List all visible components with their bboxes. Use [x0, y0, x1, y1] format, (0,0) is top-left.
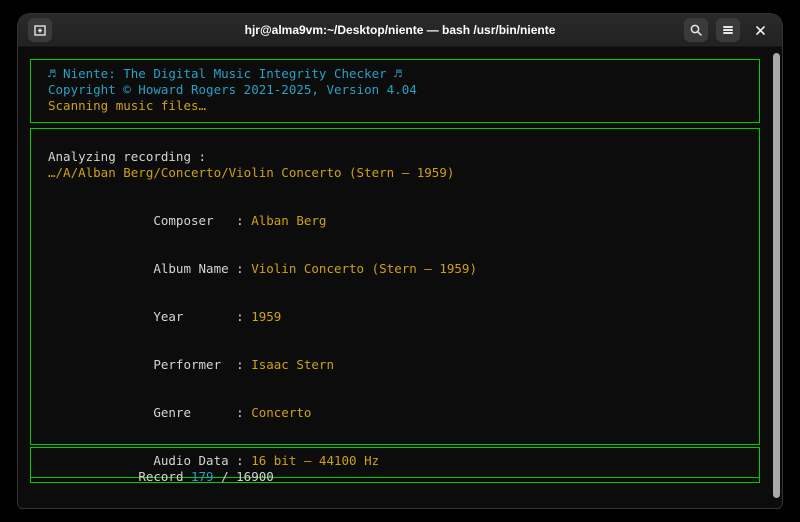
- field-year: Year: 1959: [48, 293, 759, 341]
- field-separator: :: [236, 213, 251, 228]
- field-label: Audio Data: [153, 453, 236, 469]
- field-value: Concerto: [251, 405, 311, 420]
- record-label: Record: [138, 469, 191, 484]
- metadata-fields: Composer: Alban Berg Album Name: Violin …: [48, 197, 759, 485]
- field-label: Year: [153, 309, 236, 325]
- field-value: Isaac Stern: [251, 357, 334, 372]
- field-label: Composer: [153, 213, 236, 229]
- header-box: ♬ Niente: The Digital Music Integrity Ch…: [30, 59, 760, 123]
- field-separator: :: [236, 405, 251, 420]
- field-separator: :: [236, 357, 251, 372]
- field-label: Genre: [153, 405, 236, 421]
- field-album-name: Album Name: Violin Concerto (Stern – 195…: [48, 245, 759, 293]
- terminal-screen[interactable]: ♬ Niente: The Digital Music Integrity Ch…: [18, 47, 782, 508]
- record-separator: /: [214, 469, 237, 484]
- titlebar: hjr@alma9vm:~/Desktop/niente — bash /usr…: [18, 14, 782, 47]
- record-total: 16900: [236, 469, 274, 484]
- analysis-box: Analyzing recording : …/A/Alban Berg/Con…: [30, 128, 760, 445]
- desktop: hjr@alma9vm:~/Desktop/niente — bash /usr…: [0, 0, 800, 522]
- terminal-window: hjr@alma9vm:~/Desktop/niente — bash /usr…: [18, 14, 782, 508]
- field-performer: Performer: Isaac Stern: [48, 341, 759, 389]
- field-label: Performer: [153, 357, 236, 373]
- copyright-line: Copyright © Howard Rogers 2021-2025, Ver…: [48, 82, 759, 98]
- window-title: hjr@alma9vm:~/Desktop/niente — bash /usr…: [245, 23, 556, 37]
- new-tab-icon: [33, 23, 47, 37]
- close-icon: [755, 25, 766, 36]
- menu-button[interactable]: [716, 18, 740, 42]
- record-number: 179: [191, 469, 214, 484]
- field-value: 1959: [251, 309, 281, 324]
- field-value: Alban Berg: [251, 213, 326, 228]
- field-separator: :: [236, 453, 251, 468]
- new-tab-button[interactable]: [28, 18, 52, 42]
- scrollbar-thumb[interactable]: [773, 53, 780, 498]
- scrollbar[interactable]: [771, 47, 782, 508]
- status-line: Scanning music files…: [48, 98, 759, 114]
- field-genre: Genre: Concerto: [48, 389, 759, 437]
- recording-path: …/A/Alban Berg/Concerto/Violin Concerto …: [48, 165, 759, 181]
- close-button[interactable]: [748, 18, 772, 42]
- search-button[interactable]: [684, 18, 708, 42]
- menu-icon: [723, 26, 733, 34]
- field-value: Violin Concerto (Stern – 1959): [251, 261, 477, 276]
- field-separator: :: [236, 309, 251, 324]
- field-separator: :: [236, 261, 251, 276]
- search-icon: [689, 23, 703, 37]
- analysis-heading: Analyzing recording :: [48, 149, 759, 165]
- field-label: Album Name: [153, 261, 236, 277]
- field-value: 16 bit – 44100 Hz: [251, 453, 379, 468]
- app-title: ♬ Niente: The Digital Music Integrity Ch…: [48, 66, 759, 82]
- tui-layout: ♬ Niente: The Digital Music Integrity Ch…: [30, 59, 760, 483]
- field-composer: Composer: Alban Berg: [48, 197, 759, 245]
